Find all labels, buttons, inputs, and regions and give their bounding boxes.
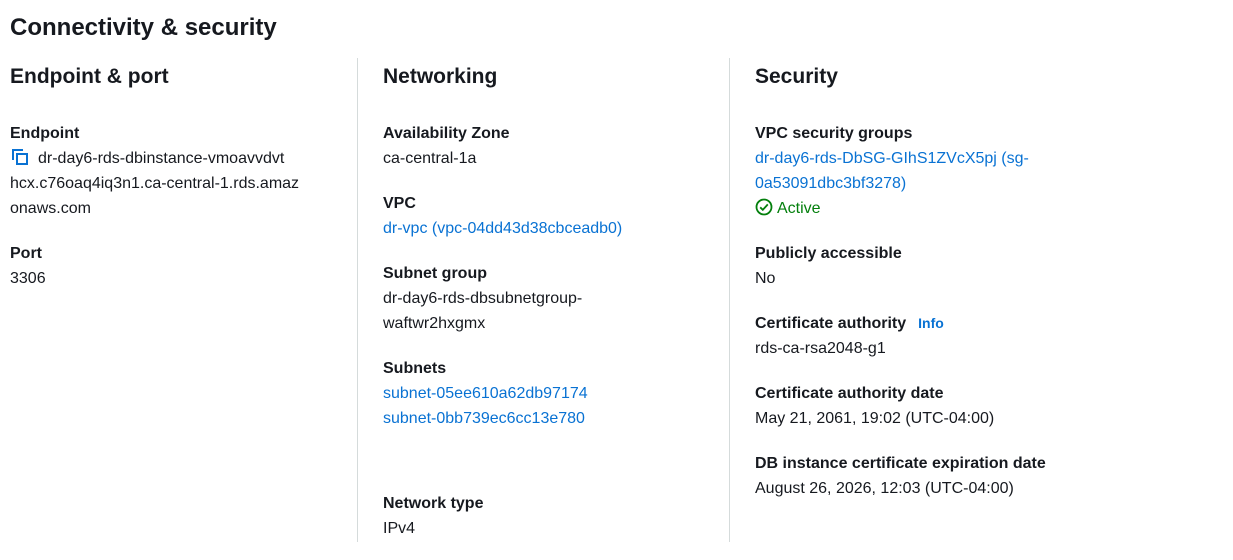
network-type-field: Network type IPv4 — [383, 491, 483, 541]
subnet-group-field: Subnet group dr-day6-rds-dbsubnetgroup- … — [383, 261, 582, 336]
status-positive-icon — [755, 198, 773, 216]
subnet-link[interactable]: subnet-05ee610a62db97174 — [383, 381, 588, 406]
subnet-group-label: Subnet group — [383, 265, 487, 282]
endpoint-label: Endpoint — [10, 125, 80, 142]
endpoint-line-1: dr-day6-rds-dbinstance-vmoavvdvt — [38, 150, 285, 167]
vpc-link[interactable]: dr-vpc (vpc-04dd43d38cbceadb0) — [383, 216, 622, 241]
section-heading-networking: Networking — [383, 65, 498, 88]
availability-zone-value: ca-central-1a — [383, 150, 477, 167]
security-group-line-1: dr-day6-rds-DbSG-GIhS1ZVcX5pj (sg- — [755, 150, 1029, 167]
vpc-security-groups-field: VPC security groups dr-day6-rds-DbSG-GIh… — [755, 121, 1029, 221]
port-value: 3306 — [10, 270, 46, 287]
certificate-authority-field: Certificate authority Info rds-ca-rsa2048… — [755, 311, 944, 361]
section-heading-endpoint-port: Endpoint & port — [10, 65, 169, 88]
endpoint-field: Endpoint dr-day6-rds-dbinstance-vmoavvdv… — [10, 121, 299, 221]
certificate-authority-value: rds-ca-rsa2048-g1 — [755, 340, 886, 357]
certificate-authority-label-row: Certificate authority Info — [755, 311, 944, 336]
section-heading-security: Security — [755, 65, 838, 88]
subnet-group-line-2: waftwr2hxgmx — [383, 315, 486, 332]
endpoint-line-2: hcx.c76oaq4iq3n1.ca-central-1.rds.amaz — [10, 175, 300, 192]
security-section: Security VPC security groups dr-day6-rds… — [755, 63, 1046, 497]
certificate-authority-label: Certificate authority — [755, 315, 907, 332]
vpc-field: VPC dr-vpc (vpc-04dd43d38cbceadb0) — [383, 191, 622, 241]
status-badge: Active — [755, 196, 1029, 221]
endpoint-value: dr-day6-rds-dbinstance-vmoavvdvt hcx.c76… — [10, 146, 299, 221]
db-cert-expiration-field: DB instance certificate expiration date … — [755, 451, 1046, 501]
publicly-accessible-label: Publicly accessible — [755, 245, 902, 262]
availability-zone-field: Availability Zone ca-central-1a — [383, 121, 510, 171]
network-type-value: IPv4 — [383, 520, 416, 537]
copy-icon[interactable] — [10, 147, 30, 167]
vpc-label: VPC — [383, 195, 416, 212]
security-group-line-2: 0a53091dbc3bf3278) — [755, 175, 907, 192]
certificate-authority-date-value: May 21, 2061, 19:02 (UTC-04:00) — [755, 410, 995, 427]
network-type-label: Network type — [383, 495, 484, 512]
subnet-link[interactable]: subnet-0bb739ec6cc13e780 — [383, 406, 588, 431]
publicly-accessible-field: Publicly accessible No — [755, 241, 902, 291]
publicly-accessible-value: No — [755, 270, 776, 287]
endpoint-port-section: Endpoint & port Endpoint dr-day6-rds-dbi… — [10, 63, 299, 287]
security-group-link[interactable]: dr-day6-rds-DbSG-GIhS1ZVcX5pj (sg- 0a530… — [755, 146, 1029, 196]
vpc-security-groups-label: VPC security groups — [755, 125, 913, 142]
certificate-authority-date-field: Certificate authority date May 21, 2061,… — [755, 381, 994, 431]
db-cert-expiration-value: August 26, 2026, 12:03 (UTC-04:00) — [755, 480, 1014, 497]
availability-zone-label: Availability Zone — [383, 125, 510, 142]
db-cert-expiration-label: DB instance certificate expiration date — [755, 455, 1046, 472]
certificate-authority-date-label: Certificate authority date — [755, 385, 944, 402]
info-link[interactable]: Info — [918, 315, 944, 331]
subnets-field: Subnets subnet-05ee610a62db97174 subnet-… — [383, 356, 588, 431]
port-field: Port 3306 — [10, 241, 46, 291]
subnets-label: Subnets — [383, 360, 447, 377]
column-divider — [357, 58, 358, 542]
port-label: Port — [10, 245, 42, 262]
networking-section: Networking Availability Zone ca-central-… — [383, 63, 622, 537]
endpoint-line-3: onaws.com — [10, 200, 91, 217]
status-text: Active — [777, 200, 821, 217]
column-divider — [729, 58, 730, 542]
page-title: Connectivity & security — [10, 14, 277, 41]
subnet-group-line-1: dr-day6-rds-dbsubnetgroup- — [383, 290, 583, 307]
